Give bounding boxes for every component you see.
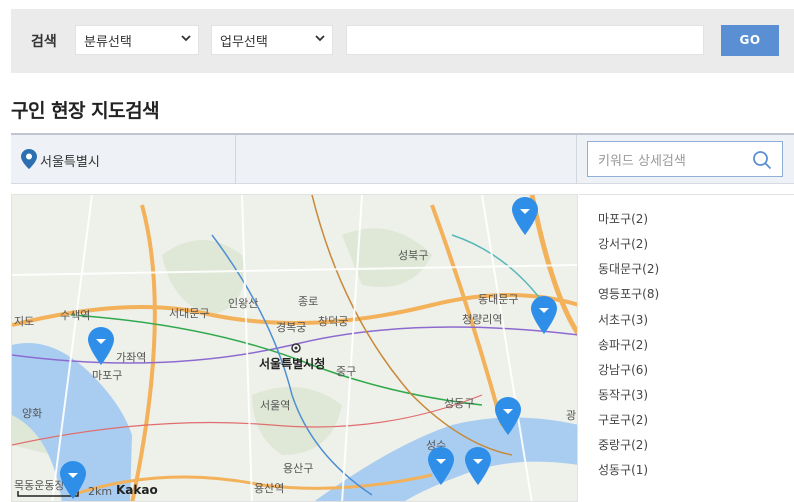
map-label: 종로: [298, 295, 319, 308]
district-item-gangnam[interactable]: 강남구(6): [598, 361, 648, 378]
chevron-down-icon: [315, 35, 325, 42]
map-label: 목동운동장: [14, 479, 65, 492]
map-label: 지도: [14, 315, 35, 328]
map-label: 인왕산: [228, 297, 259, 310]
map-label: 중구: [336, 365, 357, 378]
keyword-placeholder: 키워드 상세검색: [598, 154, 686, 169]
map-label: 서울역: [260, 399, 291, 412]
map-label: 청량리역: [462, 313, 503, 326]
chevron-down-icon: [181, 35, 191, 42]
map-label: 창덕궁: [318, 315, 349, 328]
job-marker-icon[interactable]: [512, 197, 538, 235]
district-item-dongjak[interactable]: 동작구(3): [598, 386, 648, 403]
job-marker-icon[interactable]: [88, 327, 114, 365]
job-marker-icon[interactable]: [531, 296, 557, 334]
divider: [576, 135, 577, 184]
map-label: 경복궁: [276, 321, 307, 334]
district-item-guro[interactable]: 구로구(2): [598, 411, 648, 428]
job-marker-icon[interactable]: [465, 447, 491, 485]
district-item-gangseo[interactable]: 강서구(2): [598, 235, 648, 252]
map-label: 용산구: [283, 462, 314, 475]
map-label: 동대문구: [478, 293, 519, 306]
job-marker-icon[interactable]: [495, 397, 521, 435]
map-label: 서울특별시청: [259, 357, 326, 371]
district-item-seocho[interactable]: 서초구(3): [598, 311, 648, 328]
page-title: 구인 현장 지도검색: [11, 100, 160, 122]
map-label: 가좌역: [116, 351, 147, 364]
district-item-seongdong[interactable]: 성동구(1): [598, 461, 648, 478]
map-label: 양화: [22, 407, 43, 420]
search-input[interactable]: [346, 25, 704, 55]
job-select-value: 업무선택: [220, 35, 268, 50]
map-label: 용산역: [254, 482, 285, 495]
district-item-dongdaemun[interactable]: 동대문구(2): [598, 260, 659, 277]
map-label: Kakao: [116, 483, 158, 497]
current-location[interactable]: 서울특별시: [40, 151, 100, 170]
map-label: 광: [566, 409, 577, 422]
location-pin-icon: [21, 149, 37, 169]
job-select[interactable]: 업무선택: [211, 25, 333, 55]
map-label: 서대문구: [169, 307, 210, 320]
search-icon[interactable]: [752, 150, 772, 170]
keyword-search-input[interactable]: 키워드 상세검색: [587, 141, 783, 177]
job-marker-icon[interactable]: [428, 447, 454, 485]
map-label: 성동구: [444, 397, 475, 410]
search-bar: 검색 분류선택 업무선택 GO: [11, 9, 794, 73]
map[interactable]: 성북구 인왕산 종로 서대문구 창덕궁 경복궁 동대문구 청량리역 지도 수색역…: [11, 194, 578, 502]
search-label: 검색: [31, 34, 57, 50]
district-list: 마포구(2) 강서구(2) 동대문구(2) 영등포구(8) 서초구(3) 송파구…: [579, 194, 794, 502]
district-item-jungnang[interactable]: 중랑구(2): [598, 436, 648, 453]
district-item-songpa[interactable]: 송파구(2): [598, 336, 648, 353]
map-label: 수색역: [60, 309, 91, 322]
location-bar: 서울특별시 키워드 상세검색: [11, 133, 794, 184]
divider: [235, 135, 236, 184]
go-button[interactable]: GO: [721, 25, 779, 56]
job-marker-icon[interactable]: [60, 461, 86, 499]
map-label: 2km: [88, 485, 113, 498]
category-select-value: 분류선택: [84, 35, 132, 50]
map-label: 마포구: [92, 369, 123, 382]
district-item-yeongdeungpo[interactable]: 영등포구(8): [598, 285, 659, 302]
district-item-mapo[interactable]: 마포구(2): [598, 210, 648, 227]
category-select[interactable]: 분류선택: [75, 25, 199, 55]
map-label: 성북구: [398, 249, 429, 262]
